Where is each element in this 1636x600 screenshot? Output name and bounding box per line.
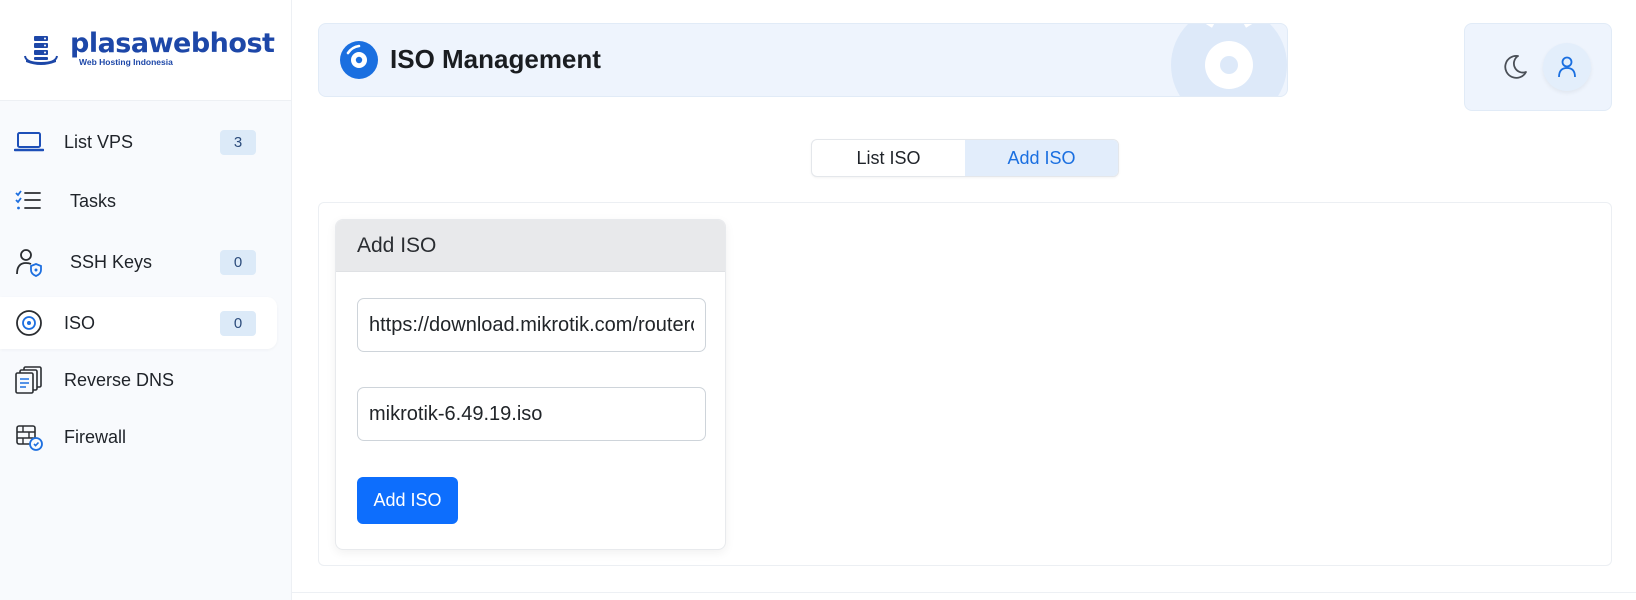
sidebar-item-label: ISO	[64, 312, 96, 333]
card-title: Add ISO	[336, 220, 725, 272]
sidebar-item-label: SSH Keys	[70, 251, 153, 272]
laptop-icon	[14, 132, 44, 152]
tab-list-iso[interactable]: List ISO	[812, 140, 965, 176]
sidebar-item-label: List VPS	[64, 131, 134, 152]
vps-count-badge: 3	[220, 129, 256, 155]
disc-icon	[340, 41, 378, 79]
user-controls	[1464, 23, 1612, 111]
sidebar-item-reverse-dns[interactable]: Reverse DNS	[0, 354, 277, 406]
brand-tagline: Web Hosting Indonesia	[79, 57, 173, 67]
footer-divider	[292, 592, 1636, 593]
disc-icon	[16, 310, 42, 336]
sidebar-item-list-vps[interactable]: List VPS 3	[0, 116, 277, 168]
page-title: ISO Management	[390, 44, 601, 74]
add-iso-card: Add ISO Add ISO	[335, 219, 726, 550]
server-logo-icon	[24, 36, 58, 65]
user-icon	[1558, 56, 1576, 78]
checklist-icon	[15, 190, 41, 210]
ssh-keys-count-badge: 0	[220, 249, 256, 275]
sidebar-item-iso[interactable]: ISO 0	[0, 297, 277, 349]
sidebar-item-firewall[interactable]: Firewall	[0, 411, 277, 463]
add-iso-button[interactable]: Add ISO	[357, 477, 458, 524]
tab-add-iso[interactable]: Add ISO	[965, 140, 1118, 176]
brand-name: plasawebhost	[70, 28, 275, 59]
iso-url-input[interactable]	[357, 298, 706, 352]
documents-icon	[15, 366, 42, 394]
iso-name-input[interactable]	[357, 387, 706, 441]
sidebar-item-label: Reverse DNS	[64, 369, 175, 390]
user-shield-icon	[16, 249, 42, 277]
sidebar-item-label: Tasks	[70, 190, 117, 211]
brand[interactable]: plasawebhost Web Hosting Indonesia	[0, 0, 291, 101]
iso-tabs: List ISO Add ISO	[811, 139, 1119, 177]
avatar[interactable]	[1543, 43, 1591, 91]
moon-icon[interactable]	[1499, 52, 1529, 82]
firewall-icon	[16, 425, 43, 451]
page-header: ISO Management	[318, 23, 1288, 97]
disc-watermark-icon	[1171, 24, 1287, 96]
sidebar-item-tasks[interactable]: Tasks	[0, 175, 277, 227]
sidebar-item-ssh-keys[interactable]: SSH Keys 0	[0, 236, 277, 288]
sidebar: plasawebhost Web Hosting Indonesia List …	[0, 0, 292, 600]
iso-count-badge: 0	[220, 310, 256, 336]
sidebar-item-label: Firewall	[64, 426, 127, 447]
